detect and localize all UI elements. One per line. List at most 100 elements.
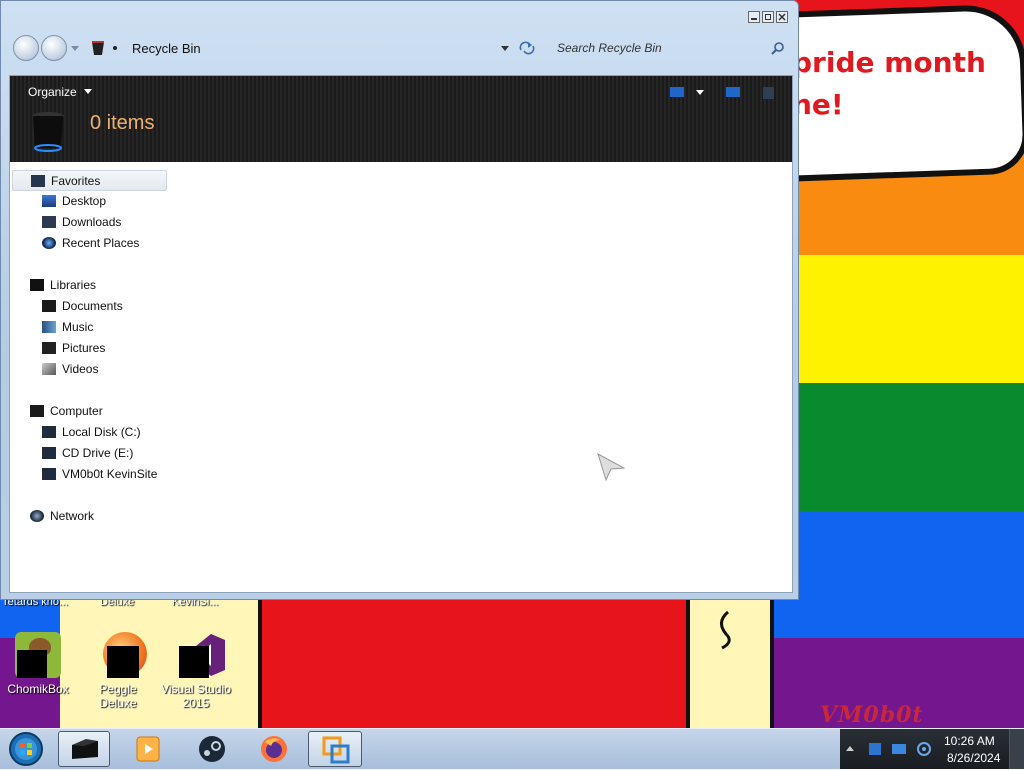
tray-app-icon[interactable] — [868, 742, 882, 756]
navigation-pane: Favorites Desktop Downloads Recent Place… — [10, 168, 180, 588]
local-disk-icon — [42, 426, 56, 438]
volume-icon[interactable] — [916, 741, 932, 757]
nav-computer[interactable]: Computer — [30, 401, 103, 422]
forward-button[interactable] — [41, 35, 67, 61]
taskbar-steam[interactable] — [186, 731, 238, 767]
media-player-icon — [136, 736, 160, 762]
clock-time: 10:26 AM — [944, 734, 995, 748]
explorer-content: Organize 0 items Favorites Desktop Downl… — [9, 75, 793, 593]
nav-label: Network — [50, 509, 95, 523]
nav-videos[interactable]: Videos — [42, 359, 98, 380]
mouse-cursor-icon — [597, 452, 626, 482]
chomikbox-icon — [15, 632, 61, 678]
nav-label: CD Drive (E:) — [62, 446, 134, 460]
wallpaper-drawing-red — [262, 598, 687, 728]
computer-icon — [30, 405, 44, 417]
desktop-icon-label: Visual Studio 2015 — [161, 682, 231, 710]
downloads-icon — [42, 216, 56, 228]
desktop-icon-peggle[interactable]: Peggle Deluxe — [80, 632, 156, 710]
address-dropdown-icon[interactable] — [501, 46, 509, 52]
address-bar[interactable]: Recycle Bin — [85, 36, 535, 60]
wallpaper-text: pride month ne! — [792, 46, 986, 121]
organize-button[interactable]: Organize — [28, 85, 93, 99]
nav-label: Music — [62, 320, 94, 334]
address-row: Recycle Bin Search Recycle Bin — [13, 33, 793, 63]
nav-recent-places[interactable]: Recent Places — [42, 233, 139, 254]
start-button[interactable] — [6, 730, 46, 768]
desktop-icon-visual-studio[interactable]: Visual Studio 2015 — [158, 632, 234, 710]
minimize-icon — [751, 18, 757, 20]
nav-libraries[interactable]: Libraries — [30, 275, 96, 296]
desktop-icon-label: Peggle Deluxe — [99, 682, 137, 710]
visual-studio-icon — [173, 632, 225, 678]
nav-label: Desktop — [62, 194, 107, 208]
nav-cd-drive[interactable]: CD Drive (E:) — [42, 443, 133, 464]
nav-label: Local Disk (C:) — [62, 425, 141, 439]
desktop-icon — [42, 195, 56, 207]
nav-network-drive[interactable]: VM0b0t KevinSite — [42, 464, 157, 485]
close-icon — [778, 13, 786, 21]
taskbar-recycle-bin[interactable] — [58, 731, 110, 767]
favorites-icon — [31, 175, 45, 187]
item-count: 0 items — [90, 112, 155, 134]
chevron-down-icon — [84, 89, 93, 94]
minimize-button[interactable] — [748, 11, 760, 23]
command-bar: Organize 0 items — [10, 76, 792, 162]
taskbar-media-player[interactable] — [122, 731, 174, 767]
address-text: Recycle Bin — [132, 41, 201, 56]
nav-documents[interactable]: Documents — [42, 296, 123, 317]
nav-label: Favorites — [51, 174, 101, 188]
nav-label: Documents — [62, 299, 123, 313]
nav-desktop[interactable]: Desktop — [42, 191, 106, 212]
desktop-icon-label: ChomikBox — [7, 682, 69, 696]
nav-label: VM0b0t KevinSite — [62, 467, 158, 481]
help-icon[interactable] — [762, 86, 776, 100]
explorer-window: Recycle Bin Search Recycle Bin Organize — [0, 0, 799, 600]
refresh-icon[interactable] — [519, 41, 535, 55]
cd-drive-icon — [42, 447, 56, 459]
view-options-icon[interactable] — [670, 86, 686, 98]
recent-places-icon — [42, 237, 56, 249]
nav-label: Downloads — [62, 215, 122, 229]
nav-pictures[interactable]: Pictures — [42, 338, 105, 359]
desktop-icon-chomikbox[interactable]: ChomikBox — [0, 632, 76, 696]
nav-music[interactable]: Music — [42, 317, 93, 338]
view-dropdown-icon[interactable] — [696, 90, 704, 96]
nav-network[interactable]: Network — [30, 506, 94, 527]
windows-orb-icon — [9, 732, 43, 766]
recycle-bin-icon — [72, 739, 98, 759]
nav-favorites[interactable]: Favorites — [12, 170, 167, 191]
maximize-button[interactable] — [762, 11, 774, 23]
wallpaper-drawing-right — [686, 598, 774, 728]
preview-pane-icon[interactable] — [726, 86, 742, 98]
back-button[interactable] — [13, 35, 39, 61]
nav-label: Libraries — [50, 278, 97, 292]
taskbar-firefox[interactable] — [248, 731, 300, 767]
documents-icon — [42, 300, 56, 312]
breadcrumb-separator-icon[interactable] — [113, 46, 117, 50]
show-hidden-icons-icon[interactable] — [846, 746, 854, 752]
network-tray-icon[interactable] — [892, 743, 908, 755]
taskbar-vmware[interactable] — [308, 731, 362, 767]
close-button[interactable] — [776, 11, 788, 23]
vmware-icon — [322, 736, 350, 764]
recycle-bin-large-icon — [32, 112, 64, 152]
nav-label: Videos — [62, 362, 99, 376]
pictures-icon — [42, 342, 56, 354]
music-icon — [42, 321, 56, 333]
nav-downloads[interactable]: Downloads — [42, 212, 121, 233]
show-desktop-button[interactable] — [1009, 729, 1024, 769]
nav-label: Computer — [50, 404, 103, 418]
search-icon[interactable] — [771, 41, 785, 55]
system-tray: 10:26 AM 8/26/2024 — [840, 729, 1024, 769]
history-dropdown-icon[interactable] — [71, 46, 79, 52]
recycle-bin-small-icon — [92, 41, 104, 55]
drawing-scribble — [720, 610, 731, 650]
search-input[interactable]: Search Recycle Bin — [553, 36, 789, 60]
network-drive-icon — [42, 468, 56, 480]
network-icon — [30, 510, 44, 522]
nav-local-disk[interactable]: Local Disk (C:) — [42, 422, 141, 443]
organize-label: Organize — [28, 85, 77, 99]
peggle-icon — [95, 632, 147, 678]
wallpaper-watermark: VM0b0t — [820, 702, 924, 728]
